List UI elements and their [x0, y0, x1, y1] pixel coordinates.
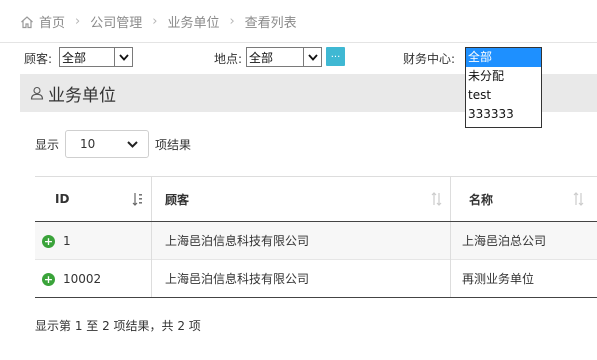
location-filter-label: 地点:: [214, 52, 243, 66]
breadcrumb: 首页 › 公司管理 › 业务单位 › 查看列表: [20, 12, 297, 31]
location-picker-button[interactable]: ...: [326, 47, 345, 66]
page-length-suffix: 项结果: [155, 137, 192, 152]
id-cell: +10002: [35, 259, 152, 298]
finance-center-option-test[interactable]: test: [466, 86, 541, 105]
finance-center-option-unassigned[interactable]: 未分配: [466, 67, 541, 86]
id-cell: +1: [35, 221, 152, 260]
breadcrumb-view-list: 查看列表: [244, 16, 297, 31]
table-row[interactable]: +1 上海邑泊信息科技有限公司 上海邑泊总公司: [35, 221, 597, 260]
home-icon[interactable]: [20, 15, 34, 29]
customer-cell: 上海邑泊信息科技有限公司: [151, 259, 451, 298]
name-cell: 上海邑泊总公司: [450, 221, 597, 260]
sort-icon: [573, 192, 584, 206]
name-cell: 再测业务单位: [450, 259, 597, 298]
sort-icon: [431, 192, 442, 206]
breadcrumb-company-management[interactable]: 公司管理: [90, 12, 142, 31]
page-length-control: 显示 10 项结果: [35, 130, 191, 158]
row-id: 1: [63, 233, 71, 248]
business-unit-table: ID 顾客 名称 +1 上海邑泊信息科技有限公司 上海邑泊总公司 + 10002…: [35, 176, 597, 298]
column-header-id-label: ID: [55, 192, 70, 206]
column-header-customer[interactable]: 顾客: [151, 176, 451, 222]
customer-cell: 上海邑泊信息科技有限公司: [151, 221, 451, 260]
chevron-down-icon: [303, 48, 321, 66]
location-select-value: 全部: [249, 50, 274, 65]
column-header-customer-label: 顾客: [165, 192, 190, 207]
table-row[interactable]: +10002 上海邑泊信息科技有限公司 再测业务单位: [35, 259, 597, 298]
breadcrumb-separator: ›: [152, 14, 158, 29]
user-icon: [30, 86, 44, 100]
customer-select-value: 全部: [62, 50, 87, 65]
row-id: 10002: [63, 271, 102, 286]
location-select[interactable]: 全部: [246, 47, 322, 67]
column-header-name[interactable]: 名称: [450, 176, 597, 222]
finance-center-option-all[interactable]: 全部: [466, 48, 541, 67]
finance-center-select[interactable]: 全部 未分配 test 333333: [465, 47, 542, 128]
sort-ascending-icon: [132, 193, 142, 206]
finance-center-option-333333[interactable]: 333333: [466, 105, 541, 124]
breadcrumb-separator: ›: [75, 14, 81, 29]
table-header-row: ID 顾客 名称: [35, 176, 597, 222]
expand-plus-icon[interactable]: +: [42, 234, 55, 248]
divider: [0, 42, 597, 43]
chevron-down-icon: [127, 140, 138, 148]
table-info: 显示第 1 至 2 项结果，共 2 项: [35, 319, 201, 333]
column-header-id[interactable]: ID: [35, 176, 152, 222]
finance-center-filter-label: 财务中心:: [403, 52, 456, 66]
page-length-value: 10: [80, 137, 96, 151]
customer-filter-label: 顾客:: [24, 52, 53, 66]
breadcrumb-home[interactable]: 首页: [39, 12, 65, 31]
panel-title: 业务单位: [48, 85, 116, 106]
column-header-name-label: 名称: [469, 192, 494, 207]
page-length-select[interactable]: 10: [65, 130, 150, 158]
expand-plus-icon[interactable]: +: [42, 272, 55, 286]
page-length-prefix: 显示: [35, 137, 60, 152]
chevron-down-icon: [114, 48, 132, 66]
breadcrumb-separator: ›: [229, 14, 235, 29]
breadcrumb-business-unit[interactable]: 业务单位: [167, 12, 219, 31]
customer-select[interactable]: 全部: [59, 47, 133, 67]
